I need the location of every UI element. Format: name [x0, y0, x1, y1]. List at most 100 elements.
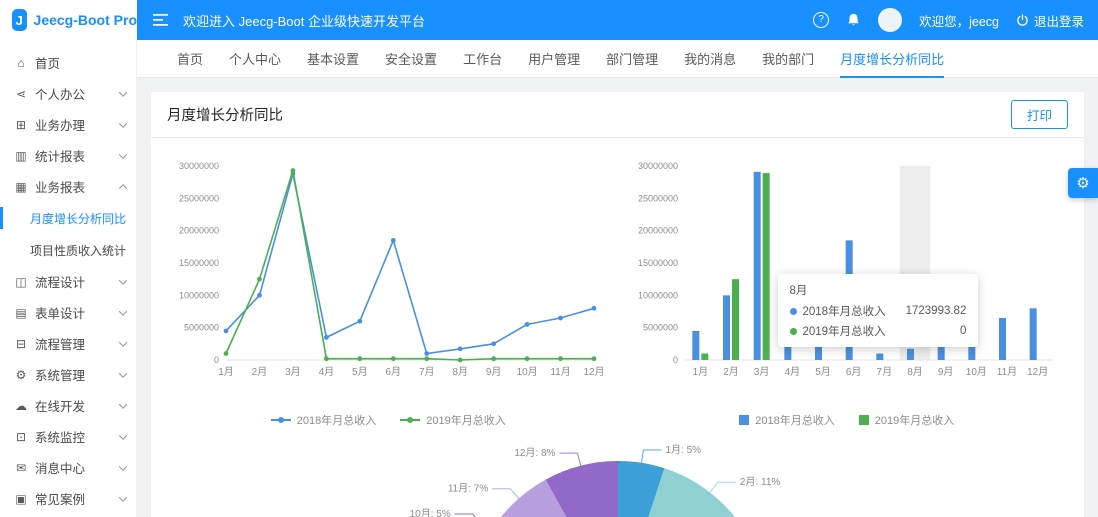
sidebar-item[interactable]: ◫ 流程设计: [0, 266, 136, 297]
top-header: J Jeecg-Boot Pro 欢迎进入 Jeecg-Boot 企业级快速开发…: [0, 0, 1098, 40]
logout-label: 退出登录: [1033, 14, 1084, 29]
svg-text:12月: 12月: [584, 366, 605, 378]
svg-text:10月: 5%: 10月: 5%: [409, 508, 450, 517]
legend-marker: [400, 417, 421, 423]
tab-item[interactable]: 月度增长分析同比: [840, 40, 945, 78]
sidebar-item[interactable]: ▦ 业务报表: [0, 171, 136, 202]
tooltip-series-value: 0: [959, 325, 967, 337]
svg-text:11月: 11月: [551, 366, 571, 378]
chevron-down-icon: [118, 430, 128, 440]
tooltip-row: 2019年月总收入 0: [789, 323, 967, 339]
legend-item[interactable]: 2018年月总收入: [739, 412, 835, 428]
svg-text:1月: 5%: 1月: 5%: [665, 444, 701, 456]
sidebar-item[interactable]: ⊞ 业务办理: [0, 109, 136, 140]
settings-gear-button[interactable]: ⚙: [1068, 168, 1098, 198]
svg-text:20000000: 20000000: [638, 226, 678, 236]
tab-item[interactable]: 部门管理: [606, 40, 658, 78]
legend-marker: [739, 415, 750, 425]
chevron-down-icon: [118, 368, 128, 378]
sidebar-item[interactable]: ⊟ 流程管理: [0, 328, 136, 359]
sidebar-item[interactable]: ✉ 消息中心: [0, 452, 136, 483]
page-content: 月度增长分析同比 打印 0 5000000 10000000 15000000 2000…: [137, 78, 1098, 517]
svg-text:9月: 9月: [486, 366, 502, 378]
svg-text:5000000: 5000000: [643, 323, 678, 333]
sidebar-item-label: 在线开发: [35, 400, 86, 414]
svg-text:4月: 4月: [784, 366, 800, 378]
sidebar-item[interactable]: ⊡ 系统监控: [0, 421, 136, 452]
message-icon: ✉: [15, 460, 27, 475]
logo[interactable]: J Jeecg-Boot Pro: [0, 0, 137, 40]
header-actions: ? 欢迎您，jeecg 退出登录: [813, 8, 1098, 32]
chevron-down-icon: [118, 399, 128, 409]
sidebar-item[interactable]: ⋖ 个人办公: [0, 78, 136, 109]
sidebar-item-label: 个人办公: [35, 88, 86, 102]
sidebar-item[interactable]: ☁ 在线开发: [0, 390, 136, 421]
sidebar-item[interactable]: ▥ 统计报表: [0, 140, 136, 171]
tab-item[interactable]: 我的消息: [684, 40, 736, 78]
tab-bar: 首页 个人中心 基本设置 安全设置 工作台 用户管理 部门管理 我的消息 我的部门 月度增长分析同…: [137, 40, 1098, 78]
svg-text:3月: 3月: [285, 366, 301, 378]
svg-text:10000000: 10000000: [638, 290, 678, 300]
tooltip-series-name: 2018年月总收入: [802, 306, 886, 318]
legend-item[interactable]: 2019年月总收入: [400, 412, 506, 428]
svg-text:25000000: 25000000: [638, 193, 678, 203]
print-button[interactable]: 打印: [1010, 100, 1068, 129]
flow-design-icon: ◫: [15, 274, 27, 289]
sidebar-item[interactable]: ⌂ 首页: [0, 47, 136, 78]
svg-text:1月: 1月: [218, 366, 234, 378]
svg-text:11月: 7%: 11月: 7%: [447, 483, 487, 495]
legend-marker: [858, 415, 869, 425]
power-icon: [1017, 13, 1028, 26]
svg-text:12月: 12月: [1027, 366, 1048, 378]
sidebar-item-label: 首页: [35, 57, 61, 71]
logout-button[interactable]: 退出登录: [1016, 11, 1084, 30]
sidebar-item-label: 表单设计: [35, 307, 86, 321]
line-chart-svg: 0 5000000 10000000 15000000 20000000 25000000…: [179, 161, 605, 378]
chevron-up-icon: [118, 183, 128, 193]
app-window: J Jeecg-Boot Pro 欢迎进入 Jeecg-Boot 企业级快速开发…: [0, 0, 1098, 517]
sidebar-item[interactable]: ⚙ 系统管理: [0, 359, 136, 390]
bell-icon[interactable]: [846, 12, 861, 28]
line-report-icon: ▦: [15, 179, 27, 194]
chevron-down-icon: [118, 306, 128, 316]
chevron-down-icon: [118, 149, 128, 159]
svg-text:8月: 8月: [907, 366, 923, 378]
sidebar-item-label: 流程设计: [35, 276, 86, 290]
tab-item[interactable]: 基本设置: [307, 40, 359, 78]
tab-item[interactable]: 工作台: [463, 40, 502, 78]
tab-item[interactable]: 个人中心: [229, 40, 281, 78]
sidebar-item[interactable]: ▤ 表单设计: [0, 297, 136, 328]
tab-item[interactable]: 安全设置: [385, 40, 437, 78]
sidebar-item[interactable]: ▣ 常见案例: [0, 483, 136, 514]
svg-text:9月: 9月: [938, 366, 954, 378]
sidebar-subitem[interactable]: 项目性质收入统计: [0, 234, 136, 266]
svg-text:6月: 6月: [386, 366, 402, 378]
apps-icon: ⊞: [15, 117, 27, 132]
svg-text:12月: 8%: 12月: 8%: [514, 447, 555, 459]
svg-text:25000000: 25000000: [179, 193, 219, 203]
charts-row: 0 5000000 10000000 15000000 20000000 25000000…: [151, 138, 1084, 428]
sidebar-item-label: 流程管理: [35, 338, 86, 352]
legend-item[interactable]: 2018年月总收入: [270, 412, 376, 428]
avatar[interactable]: [878, 8, 903, 32]
share-icon: ⋖: [15, 86, 27, 101]
svg-text:30000000: 30000000: [638, 161, 678, 171]
svg-text:1月: 1月: [692, 366, 708, 378]
sidebar-item-label: 业务报表: [35, 181, 86, 195]
tab-item[interactable]: 首页: [177, 40, 203, 78]
sidebar-item-label: 消息中心: [35, 462, 86, 476]
tab-item[interactable]: 我的部门: [762, 40, 814, 78]
tooltip-series-value: 1723993.82: [905, 305, 967, 317]
welcome-banner: 欢迎进入 Jeecg-Boot 企业级快速开发平台: [183, 13, 425, 29]
brand-name: Jeecg-Boot Pro: [33, 12, 137, 28]
svg-text:2月: 2月: [252, 366, 268, 378]
legend-item[interactable]: 2019年月总收入: [858, 412, 954, 428]
tab-item[interactable]: 用户管理: [528, 40, 580, 78]
help-icon[interactable]: ?: [813, 12, 830, 28]
series-dot: [789, 307, 797, 315]
svg-text:11月: 11月: [997, 366, 1017, 378]
sidebar-subitem[interactable]: 月度增长分析同比: [0, 202, 136, 234]
user-greeting[interactable]: 欢迎您，jeecg: [919, 11, 999, 30]
menu-collapse-icon[interactable]: [153, 13, 169, 27]
sidebar-item-label: 业务办理: [35, 119, 86, 133]
